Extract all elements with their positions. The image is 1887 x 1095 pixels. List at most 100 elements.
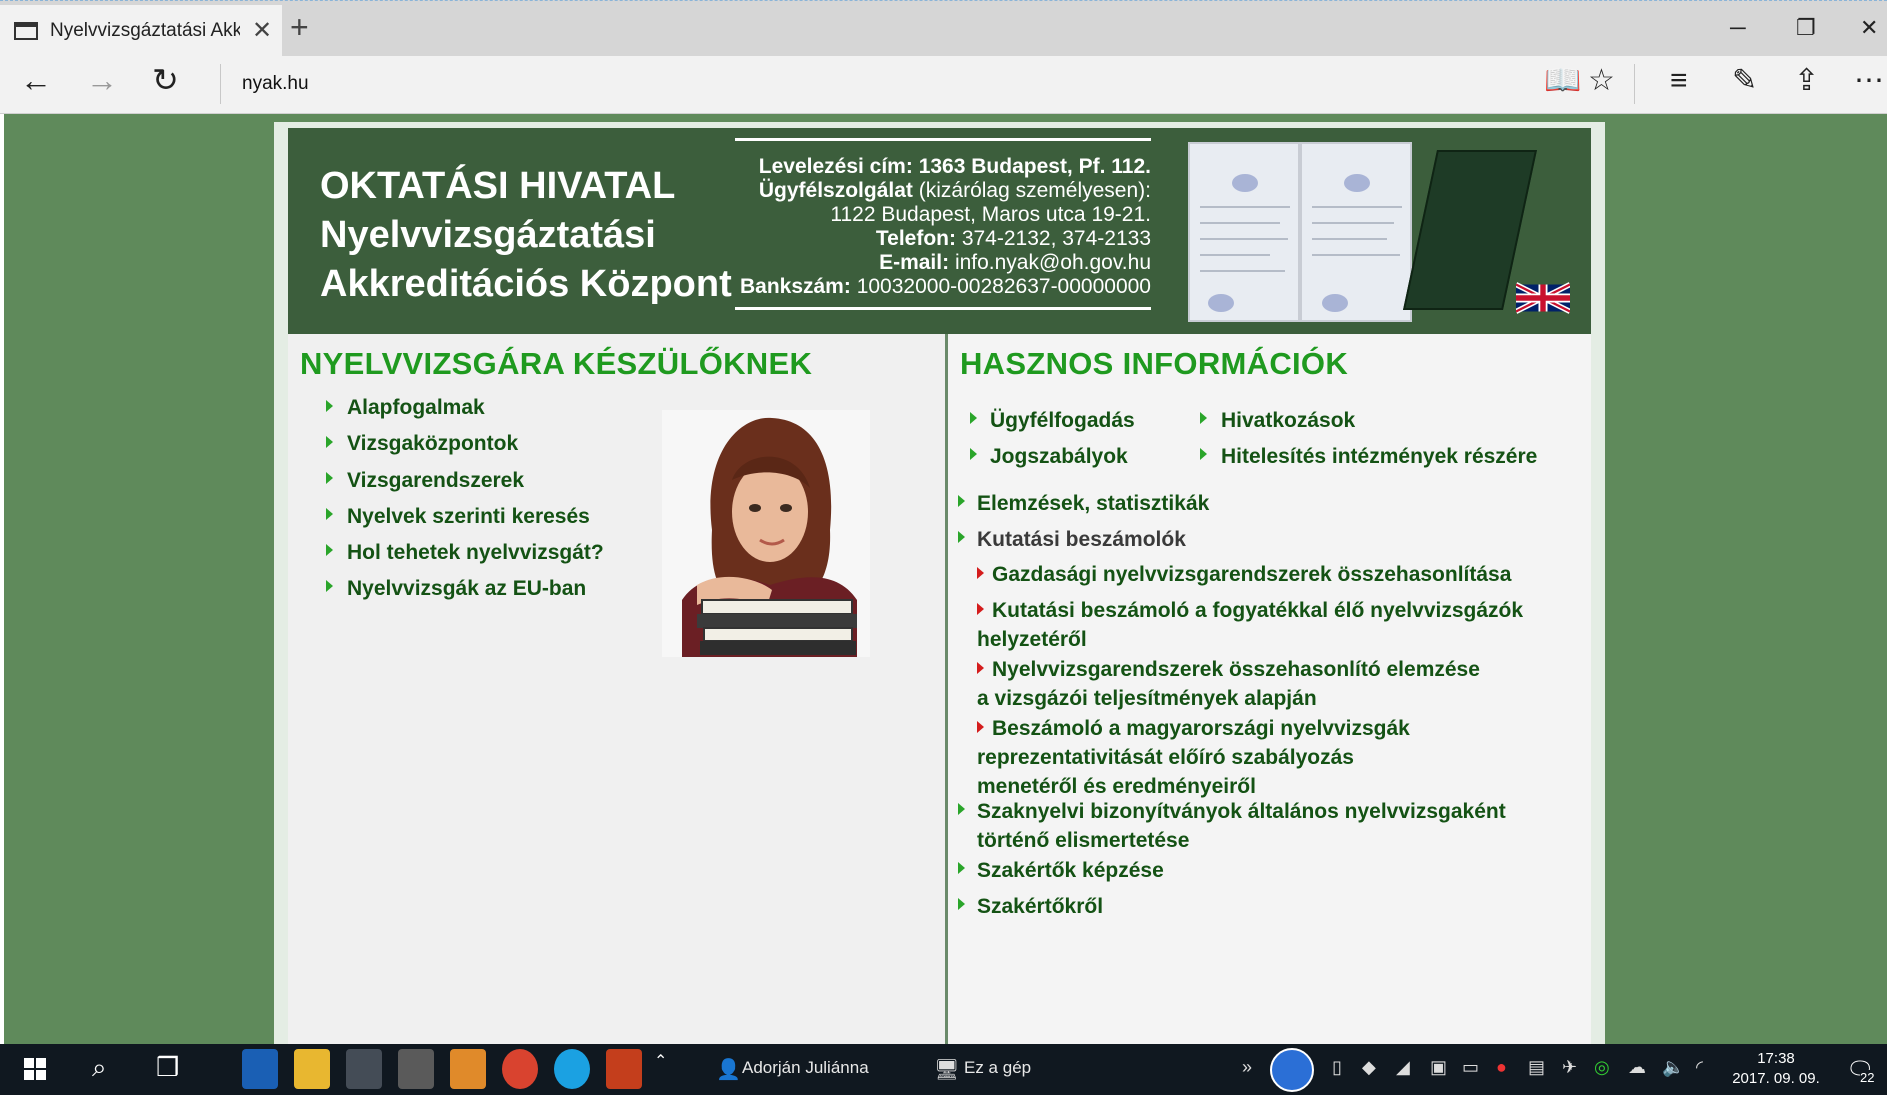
notification-count: 22 <box>1860 1070 1875 1085</box>
taskbar-scroll-icon[interactable]: ⌃ <box>654 1054 667 1070</box>
red-bullet-icon <box>977 603 984 615</box>
edge-app-icon[interactable] <box>242 1049 278 1089</box>
office-tray-icon[interactable]: ▣ <box>1430 1057 1447 1078</box>
browser-viewport: OKTATÁSI HIVATAL Nyelvvizsgáztatási Akkr… <box>4 114 1887 1044</box>
browser-tab[interactable]: Nyelvvizsgáztatási Akkre ✕ <box>0 5 282 57</box>
calculator-app-icon[interactable] <box>398 1049 434 1089</box>
link-nyelvvizsgarendszerek-elemzese[interactable]: Nyelvvizsgarendszerek összehasonlító ele… <box>977 655 1480 713</box>
battery-tray-icon[interactable]: ▭ <box>1462 1057 1479 1078</box>
onedrive-tray-icon[interactable]: ☁ <box>1628 1057 1646 1078</box>
store-app-icon[interactable] <box>346 1049 382 1089</box>
bullet-icon <box>326 400 333 412</box>
file-explorer-icon[interactable] <box>294 1049 330 1089</box>
bullet-icon <box>970 448 977 460</box>
menu-item-eu[interactable]: Nyelvvizsgák az EU-ban <box>347 577 586 601</box>
back-icon[interactable]: ← <box>20 64 52 96</box>
link-ugyfelfogadas[interactable]: Ügyfélfogadás <box>990 409 1135 433</box>
bullet-icon <box>326 580 333 592</box>
antivirus-tray-icon[interactable]: ● <box>1496 1057 1507 1078</box>
address-separator <box>220 64 221 104</box>
menu-item-vizsgarendszerek[interactable]: Vizsgarendszerek <box>347 469 524 493</box>
clock[interactable]: 17:38 2017. 09. 09. <box>1724 1049 1828 1089</box>
menu-item-vizsgakozpontok[interactable]: Vizsgaközpontok <box>347 432 518 456</box>
task-view-icon[interactable]: ❒ <box>156 1054 179 1080</box>
skype-app-icon[interactable] <box>554 1049 590 1089</box>
bullet-icon <box>326 436 333 448</box>
tab-bar: Nyelvvizsgáztatási Akkre ✕ + ─ ❐ ✕ <box>0 0 1887 57</box>
bullet-icon <box>958 495 965 507</box>
link-jogszabalyok[interactable]: Jogszabályok <box>990 445 1128 469</box>
right-section-title: HASZNOS INFORMÁCIÓK <box>960 346 1349 381</box>
bullet-icon <box>326 472 333 484</box>
bullet-icon <box>958 531 965 543</box>
overflow-chevron-icon[interactable]: » <box>1242 1057 1252 1078</box>
link-szakertokrol[interactable]: Szakértőkről <box>977 895 1103 919</box>
search-icon[interactable]: ⌕ <box>92 1054 107 1080</box>
red-bullet-icon <box>977 567 984 579</box>
english-flag-icon[interactable] <box>1516 282 1570 314</box>
student-photo <box>662 410 870 657</box>
certificate-image <box>1188 136 1538 326</box>
link-elemzesek[interactable]: Elemzések, statisztikák <box>977 492 1209 516</box>
url-field[interactable]: nyak.hu <box>242 73 309 95</box>
email-link[interactable]: info.nyak@oh.gov.hu <box>955 251 1151 274</box>
link-szakertok-kepzese[interactable]: Szakértők képzése <box>977 859 1164 883</box>
share-icon[interactable]: ⇪ <box>1794 66 1819 96</box>
bullet-icon <box>958 862 965 874</box>
page-icon <box>14 22 38 40</box>
powerpoint-app-icon[interactable] <box>606 1049 642 1089</box>
bullet-icon <box>326 508 333 520</box>
refresh-icon[interactable]: ↻ <box>152 64 179 96</box>
dropbox-tray-icon[interactable]: ◆ <box>1362 1057 1376 1078</box>
favorite-star-icon[interactable]: ☆ <box>1588 66 1615 96</box>
taskbar-window-computer[interactable]: Ez a gép <box>964 1058 1031 1078</box>
evernote-tray-icon[interactable]: ◢ <box>1396 1057 1410 1078</box>
network-tray-icon[interactable]: ✈ <box>1562 1057 1577 1078</box>
hub-icon[interactable]: ≡ <box>1670 66 1688 96</box>
link-hivatkozasok[interactable]: Hivatkozások <box>1221 409 1355 433</box>
new-tab-icon[interactable]: + <box>290 11 309 43</box>
close-tab-icon[interactable]: ✕ <box>252 19 272 43</box>
page-container: OKTATÁSI HIVATAL Nyelvvizsgáztatási Akkr… <box>274 122 1605 1044</box>
user-window-icon: 👤 <box>716 1059 741 1081</box>
web-note-icon[interactable]: ✎ <box>1732 66 1757 96</box>
close-window-icon[interactable]: ✕ <box>1860 15 1878 41</box>
link-gazdasagi-osszehasonlitas[interactable]: Gazdasági nyelvvizsgarendszerek összehas… <box>977 560 1511 589</box>
taskbar-window-user[interactable]: Adorján Juliánna <box>742 1058 869 1078</box>
bullet-icon <box>326 544 333 556</box>
site-header: OKTATÁSI HIVATAL Nyelvvizsgáztatási Akkr… <box>288 128 1591 334</box>
more-icon[interactable]: ⋯ <box>1854 66 1884 96</box>
reading-view-icon[interactable]: 📖 <box>1544 66 1581 96</box>
bullet-icon <box>1200 448 1207 460</box>
media-player-icon[interactable] <box>450 1049 486 1089</box>
volume-icon[interactable]: 🔈 <box>1662 1057 1684 1078</box>
link-fogyatekkal-elo[interactable]: Kutatási beszámoló a fogyatékkal élő nye… <box>977 596 1523 654</box>
wifi-icon[interactable]: ◜ <box>1696 1057 1703 1078</box>
link-hitelesites[interactable]: Hitelesítés intézmények részére <box>1221 445 1537 469</box>
teamviewer-tray-icon[interactable] <box>1270 1048 1314 1092</box>
printer-tray-icon[interactable]: ▤ <box>1528 1057 1545 1078</box>
link-szaknyelvi[interactable]: Szaknyelvi bizonyítványok általános nyel… <box>977 797 1506 855</box>
right-column: HASZNOS INFORMÁCIÓK Ügyfélfogadás Hivatk… <box>948 334 1591 1044</box>
restore-icon[interactable]: ❐ <box>1796 15 1816 41</box>
left-column: NYELVVIZSGÁRA KÉSZÜLŐKNEK Alapfogalmak V… <box>288 334 945 1044</box>
forward-icon[interactable]: → <box>86 64 118 96</box>
red-bullet-icon <box>977 662 984 674</box>
sync-tray-icon[interactable]: ◎ <box>1594 1057 1610 1078</box>
bullet-icon <box>1200 412 1207 424</box>
taskbar: ⌕ ❒ ⌃ 👤 Adorján Juliánna 🖥 Ez a gép » ▯ … <box>0 1044 1887 1095</box>
contact-info: Levelezési cím: 1363 Budapest, Pf. 112. … <box>735 138 1151 310</box>
windows-start-icon[interactable] <box>24 1058 46 1080</box>
chrome-app-icon[interactable] <box>502 1049 538 1089</box>
computer-window-icon: 🖥 <box>934 1059 960 1081</box>
usb-tray-icon[interactable]: ▯ <box>1332 1057 1342 1078</box>
kutatasi-beszamolok-heading: Kutatási beszámolók <box>977 528 1186 551</box>
menu-item-nyelvek-kereses[interactable]: Nyelvek szerinti keresés <box>347 505 590 529</box>
menu-item-hol-tehetek[interactable]: Hol tehetek nyelvvizsgát? <box>347 541 604 565</box>
minimize-icon[interactable]: ─ <box>1730 15 1746 41</box>
organization-name[interactable]: OKTATÁSI HIVATAL Nyelvvizsgáztatási Akkr… <box>320 162 732 309</box>
link-reprezentativitas[interactable]: Beszámoló a magyarországi nyelvvizsgák r… <box>977 714 1410 801</box>
tab-title: Nyelvvizsgáztatási Akkre <box>50 20 240 41</box>
menu-item-alapfogalmak[interactable]: Alapfogalmak <box>347 396 485 420</box>
red-bullet-icon <box>977 721 984 733</box>
